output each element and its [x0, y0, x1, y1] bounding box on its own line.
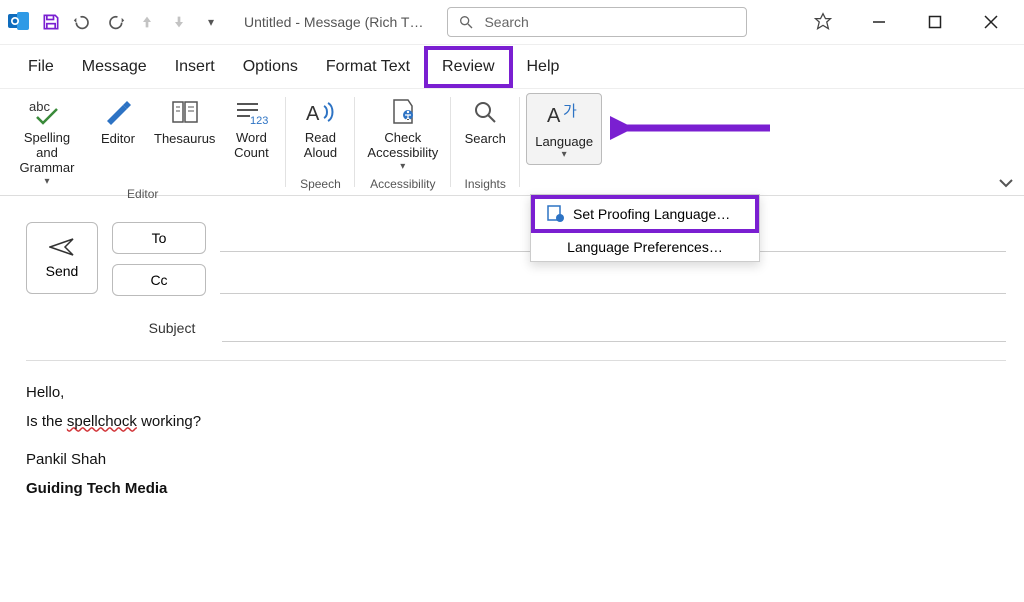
tab-options[interactable]: Options: [229, 50, 312, 84]
ribbon-collapse-icon[interactable]: [998, 175, 1014, 191]
search-placeholder: Search: [484, 14, 528, 30]
qat-more-icon[interactable]: ▾: [198, 9, 224, 35]
check-accessibility-button[interactable]: Check Accessibility ▾: [361, 91, 444, 172]
thesaurus-button[interactable]: Thesaurus: [148, 91, 221, 146]
send-button[interactable]: Send: [26, 222, 98, 294]
menu-language-preferences[interactable]: Language Preferences…: [531, 233, 759, 261]
group-label-insights: Insights: [465, 177, 506, 195]
svg-text:A: A: [306, 103, 320, 125]
maximize-button[interactable]: [920, 7, 950, 37]
tab-message[interactable]: Message: [68, 50, 161, 84]
group-language: A가 Language ▾: [520, 89, 608, 195]
premium-icon[interactable]: [808, 7, 838, 37]
group-label-accessibility: Accessibility: [370, 177, 435, 195]
accessibility-icon: [388, 95, 418, 129]
window-title: Untitled - Message (Rich T…: [244, 14, 423, 30]
editor-pen-icon: [103, 95, 133, 129]
svg-text:123: 123: [250, 115, 268, 126]
undo-icon[interactable]: [70, 9, 96, 35]
body-line: Is the spellchock working?: [26, 408, 1006, 437]
editor-button[interactable]: Editor: [90, 91, 146, 146]
tab-help[interactable]: Help: [513, 50, 574, 84]
magnifier-icon: [471, 95, 499, 129]
signature-name: Pankil Shah: [26, 446, 1006, 475]
search-button[interactable]: Search: [457, 91, 513, 146]
chevron-down-icon: ▾: [400, 161, 405, 172]
message-body[interactable]: Hello, Is the spellchock working? Pankil…: [26, 361, 1006, 503]
group-speech: A Read Aloud Speech: [286, 89, 354, 195]
save-icon[interactable]: [38, 9, 64, 35]
chevron-down-icon: ▾: [562, 149, 567, 160]
abc-check-icon: abc: [27, 95, 67, 129]
language-menu: Set Proofing Language… Language Preferen…: [530, 194, 760, 262]
tab-review[interactable]: Review: [424, 46, 512, 88]
book-icon: [170, 95, 200, 129]
compose-area: Send To Cc Subject Hello, Is the spellch…: [0, 196, 1024, 503]
svg-text:가: 가: [563, 103, 577, 120]
tab-insert[interactable]: Insert: [161, 50, 229, 84]
window-controls: [808, 7, 1018, 37]
svg-text:A: A: [547, 105, 561, 127]
subject-label: Subject: [142, 320, 202, 336]
wordcount-icon: 123: [234, 95, 268, 129]
group-insights: Search Insights: [451, 89, 519, 195]
group-label-editor: Editor: [127, 187, 158, 205]
close-button[interactable]: [976, 7, 1006, 37]
read-aloud-button[interactable]: A Read Aloud: [292, 91, 348, 161]
annotation-arrow: [610, 110, 780, 150]
quick-access-toolbar: ▾: [6, 9, 226, 35]
language-icon: A가: [547, 98, 581, 132]
ribbon-tabs: File Message Insert Options Format Text …: [0, 44, 1024, 88]
subject-field[interactable]: [222, 314, 1006, 342]
chevron-down-icon: ▾: [44, 176, 49, 187]
up-arrow-icon: [134, 9, 160, 35]
redo-icon[interactable]: [102, 9, 128, 35]
outlook-icon: [6, 9, 32, 35]
compose-header: Send To Cc: [26, 222, 1006, 306]
group-accessibility: Check Accessibility ▾ Accessibility: [355, 89, 450, 195]
cc-field[interactable]: [220, 266, 1006, 294]
tab-format-text[interactable]: Format Text: [312, 50, 424, 84]
title-bar: ▾ Untitled - Message (Rich T… Search: [0, 0, 1024, 44]
misspelled-word: spellchock: [67, 413, 137, 430]
language-button[interactable]: A가 Language ▾: [526, 93, 602, 165]
to-button[interactable]: To: [112, 222, 206, 254]
proofing-language-icon: [547, 205, 565, 223]
cc-button[interactable]: Cc: [112, 264, 206, 296]
read-aloud-icon: A: [304, 95, 336, 129]
minimize-button[interactable]: [864, 7, 894, 37]
group-label-speech: Speech: [300, 177, 341, 195]
body-line: Hello,: [26, 379, 1006, 408]
search-box[interactable]: Search: [447, 7, 747, 37]
word-count-button[interactable]: 123 Word Count: [223, 91, 279, 161]
tab-file[interactable]: File: [14, 50, 68, 84]
spelling-grammar-button[interactable]: abc Spelling and Grammar ▾: [6, 91, 88, 187]
send-icon: [49, 237, 75, 257]
ribbon: abc Spelling and Grammar ▾ Editor Thesau…: [0, 88, 1024, 196]
menu-set-proofing-language[interactable]: Set Proofing Language…: [531, 195, 759, 233]
group-editor: abc Spelling and Grammar ▾ Editor Thesau…: [0, 89, 285, 195]
svg-text:abc: abc: [29, 99, 50, 114]
down-arrow-icon: [166, 9, 192, 35]
search-icon: [458, 14, 474, 30]
signature-company: Guiding Tech Media: [26, 475, 1006, 504]
